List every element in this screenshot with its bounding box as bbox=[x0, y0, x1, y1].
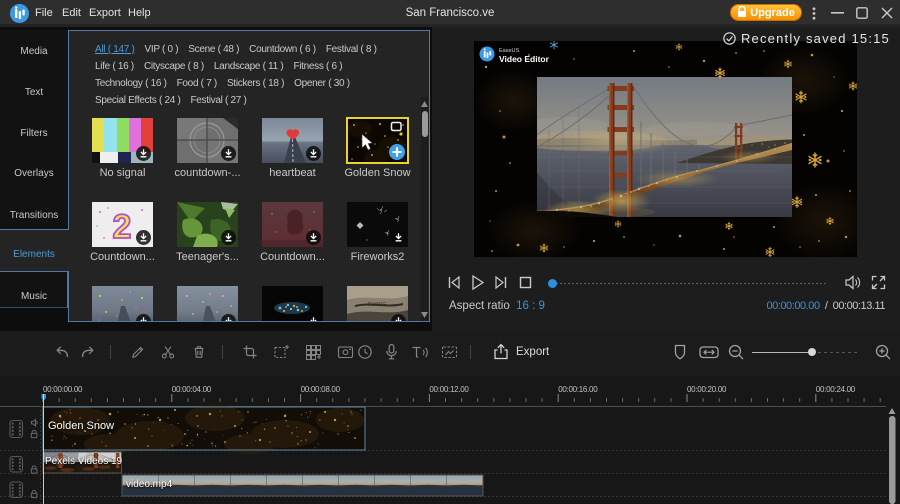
svg-text:00:00:04.00: 00:00:04.00 bbox=[172, 385, 212, 394]
svg-text:Video Editor: Video Editor bbox=[499, 54, 550, 64]
svg-text:00:00:24.00: 00:00:24.00 bbox=[816, 385, 856, 394]
svg-text:00:00:16.00: 00:00:16.00 bbox=[558, 385, 598, 394]
svg-text:00:00:00.00: 00:00:00.00 bbox=[43, 385, 83, 394]
svg-text:2: 2 bbox=[113, 208, 132, 246]
svg-text:00:00:20.00: 00:00:20.00 bbox=[687, 385, 727, 394]
svg-text:FLYING: FLYING bbox=[368, 302, 386, 308]
svg-text:00:00:12.00: 00:00:12.00 bbox=[429, 385, 469, 394]
svg-text:00:00:08.00: 00:00:08.00 bbox=[301, 385, 341, 394]
